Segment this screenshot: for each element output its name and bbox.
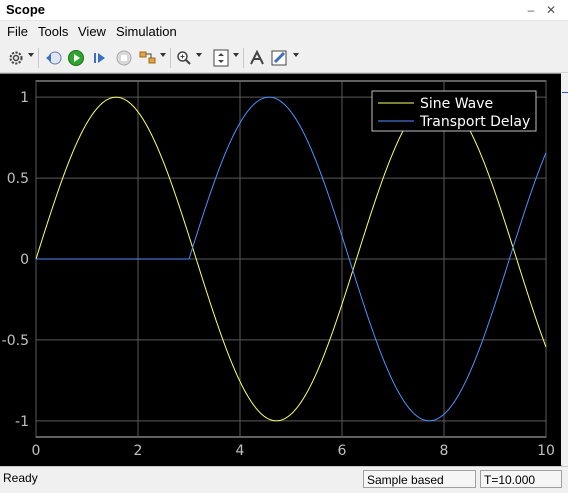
run-icon[interactable]	[67, 49, 85, 67]
status-time: T=10.000	[480, 470, 562, 488]
menu-simulation[interactable]: Simulation	[116, 24, 177, 39]
settings-dropdown-arrow[interactable]	[28, 53, 34, 57]
toolbar-separator	[170, 48, 171, 68]
y-tick-label: 0	[20, 252, 29, 268]
highlight-icon[interactable]	[139, 49, 157, 67]
close-button[interactable]: ✕	[543, 2, 559, 18]
status-bar: Ready Sample based T=10.000	[0, 466, 568, 493]
edge-strip	[561, 73, 568, 465]
zoom-dropdown-arrow[interactable]	[196, 53, 202, 57]
status-sample-mode: Sample based	[363, 470, 476, 488]
y-tick-label: 1	[20, 90, 29, 106]
title-bar: Scope – ✕	[0, 0, 568, 21]
x-tick-label: 6	[338, 443, 347, 459]
cursor-icon[interactable]	[248, 49, 266, 67]
legend-label-delay: Transport Delay	[419, 114, 530, 130]
toolbar	[0, 44, 568, 73]
x-tick-label: 0	[32, 443, 41, 459]
x-tick-labels: 0 2 4 6 8 10	[32, 443, 555, 459]
x-tick-label: 8	[440, 443, 449, 459]
y-tick-label: 0.5	[7, 171, 29, 187]
scale-dropdown-arrow[interactable]	[233, 53, 239, 57]
menu-file[interactable]: File	[7, 24, 28, 39]
step-forward-icon[interactable]	[92, 49, 108, 67]
plot-area: 0 2 4 6 8 10 1 0.5 0 -0.5 -1 Sine Wave Transport …	[0, 73, 562, 467]
menu-bar: File Tools View Simulation	[0, 21, 568, 43]
legend-label-sine: Sine Wave	[420, 96, 493, 112]
x-tick-label: 10	[537, 443, 555, 459]
y-tick-label: -0.5	[2, 333, 29, 349]
stop-icon[interactable]	[116, 49, 132, 67]
edge-link-marker	[562, 80, 568, 93]
scope-chart: 0 2 4 6 8 10 1 0.5 0 -0.5 -1 Sine Wave Transport …	[2, 80, 555, 459]
y-tick-labels: 1 0.5 0 -0.5 -1	[2, 90, 29, 430]
window-title: Scope	[6, 2, 46, 17]
menu-view[interactable]: View	[78, 24, 106, 39]
highlight-dropdown-arrow[interactable]	[160, 53, 166, 57]
y-tick-label: -1	[15, 414, 29, 430]
scale-axes-icon[interactable]	[212, 49, 230, 67]
toolbar-separator	[243, 48, 244, 68]
x-tick-label: 2	[134, 443, 143, 459]
legend: Sine Wave Transport Delay	[371, 90, 537, 132]
zoom-icon[interactable]	[176, 49, 192, 67]
minimize-button[interactable]: –	[523, 2, 539, 18]
style-icon[interactable]	[271, 49, 289, 67]
menu-tools[interactable]: Tools	[38, 24, 68, 39]
step-back-icon[interactable]	[44, 49, 62, 67]
style-dropdown-arrow[interactable]	[293, 53, 299, 57]
x-tick-label: 4	[236, 443, 245, 459]
toolbar-separator	[38, 48, 39, 68]
gear-icon[interactable]	[8, 49, 24, 67]
status-ready: Ready	[3, 471, 38, 485]
